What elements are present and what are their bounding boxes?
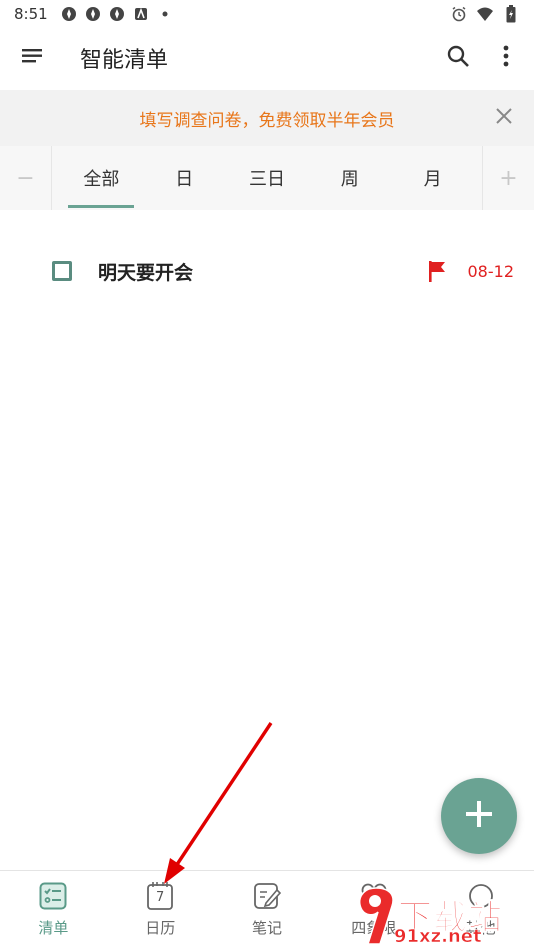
close-icon: [495, 107, 513, 129]
wifi-icon: [476, 5, 494, 23]
app-icon: [132, 5, 150, 23]
tab-day[interactable]: 日: [149, 146, 219, 210]
plus-icon: [464, 799, 494, 833]
search-icon: [446, 44, 470, 72]
calendar-icon: 7: [145, 881, 175, 911]
nav-label-list: 清单: [38, 919, 69, 937]
menu-icon: [21, 47, 43, 69]
nav-item-calendar[interactable]: 7 日历: [107, 871, 214, 950]
nav-item-quadrant[interactable]: 四象限: [320, 871, 427, 950]
add-task-button[interactable]: [441, 778, 517, 854]
zoom-out-button[interactable]: −: [0, 146, 52, 210]
checklist-icon: [38, 881, 68, 911]
app-bar: 智能清单: [0, 28, 534, 88]
alarm-icon: [450, 5, 468, 23]
bottom-nav: 清单 7 日历 笔记 四象限 其他: [0, 870, 534, 950]
range-tabs: 全部 日 三日 周 月: [52, 146, 482, 210]
nav-label-quadrant: 四象限: [351, 919, 397, 937]
tab-all[interactable]: 全部: [66, 146, 136, 210]
tab-month[interactable]: 月: [398, 146, 468, 210]
page-title: 智能清单: [80, 48, 169, 73]
banner-close-button[interactable]: [492, 106, 516, 130]
more-options-button[interactable]: [482, 28, 530, 88]
survey-banner[interactable]: 填写调查问卷，免费领取半年会员: [0, 90, 534, 146]
calendar-day-number: 7: [156, 890, 165, 905]
menu-button[interactable]: [2, 28, 62, 88]
other-icon: [466, 881, 496, 911]
nav-label-other: 其他: [465, 919, 496, 937]
task-checkbox[interactable]: [52, 261, 72, 281]
more-vert-icon: [503, 45, 509, 71]
zoom-in-button[interactable]: +: [482, 146, 534, 210]
range-tabs-bar: − 全部 日 三日 周 月 +: [0, 146, 534, 210]
tab-three-days[interactable]: 三日: [232, 146, 302, 210]
tab-week[interactable]: 周: [315, 146, 385, 210]
app-icon: [60, 5, 78, 23]
status-time: 8:51: [14, 5, 48, 23]
nav-item-other[interactable]: 其他: [427, 871, 534, 950]
status-bar: 8:51: [0, 0, 534, 28]
battery-icon: [502, 5, 520, 23]
note-edit-icon: [252, 881, 282, 911]
nav-item-notes[interactable]: 笔记: [214, 871, 321, 950]
dot-icon: [156, 5, 174, 23]
task-due-date: 08-12: [467, 261, 515, 281]
nav-item-list[interactable]: 清单: [0, 871, 107, 950]
nav-label-notes: 笔记: [251, 919, 282, 937]
status-system-icons: [450, 5, 520, 23]
quadrant-icon: [359, 881, 389, 911]
app-icon: [84, 5, 102, 23]
search-button[interactable]: [434, 28, 482, 88]
banner-text[interactable]: 填写调查问卷，免费领取半年会员: [140, 106, 395, 131]
task-title[interactable]: 明天要开会: [98, 258, 193, 285]
flag-icon[interactable]: [426, 259, 448, 283]
status-notification-icons: [60, 5, 174, 23]
nav-label-calendar: 日历: [145, 919, 176, 937]
app-icon: [108, 5, 126, 23]
task-row[interactable]: 明天要开会 08-12: [0, 248, 534, 294]
